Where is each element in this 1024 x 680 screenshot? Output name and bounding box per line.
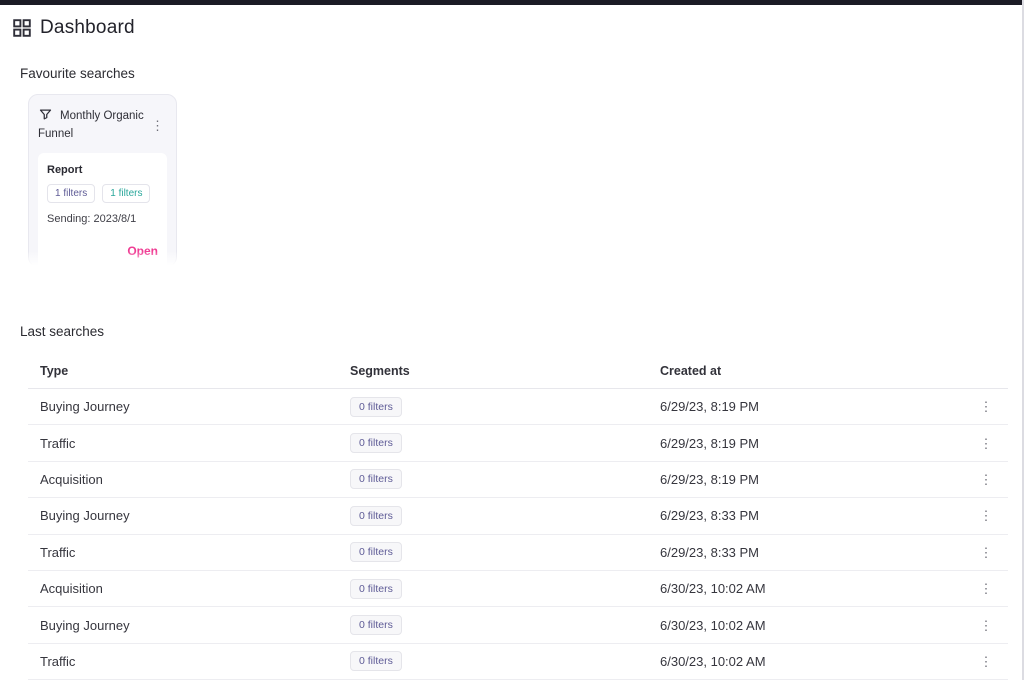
kebab-menu-icon[interactable]: ⋮	[977, 506, 996, 525]
last-searches-heading: Last searches	[20, 324, 1024, 339]
card-header: Monthly Organic Funnel ⋮	[38, 107, 167, 144]
row-type: Traffic	[28, 436, 338, 451]
card-sending-date: Sending: 2023/8/1	[47, 213, 158, 225]
kebab-menu-icon[interactable]: ⋮	[977, 470, 996, 489]
table-row: Acquisition 0 filters 6/30/23, 10:02 AM …	[28, 571, 1008, 607]
page-title: Dashboard	[40, 17, 135, 39]
filters-badge: 0 filters	[350, 615, 402, 635]
filters-badge: 0 filters	[350, 542, 402, 562]
kebab-menu-icon[interactable]: ⋮	[977, 616, 996, 635]
row-type: Acquisition	[28, 581, 338, 596]
favourite-searches-heading: Favourite searches	[20, 66, 1024, 81]
table-row: Buying Journey 0 filters 6/29/23, 8:19 P…	[28, 389, 1008, 425]
kebab-menu-icon[interactable]: ⋮	[977, 579, 996, 598]
row-type: Buying Journey	[28, 399, 338, 414]
row-created-at: 6/29/23, 8:19 PM	[648, 436, 964, 451]
card-body: Report 1 filters 1 filters Sending: 2023…	[38, 153, 167, 270]
app-header: Dashboard	[0, 5, 1024, 48]
filters-badge: 0 filters	[350, 506, 402, 526]
filters-badge: 0 filters	[350, 579, 402, 599]
row-created-at: 6/30/23, 10:02 AM	[648, 654, 964, 669]
table-row: Acquisition 0 filters 6/29/23, 8:19 PM ⋮	[28, 462, 1008, 498]
filters-badge: 0 filters	[350, 469, 402, 489]
kebab-menu-icon[interactable]: ⋮	[148, 117, 167, 134]
row-created-at: 6/29/23, 8:19 PM	[648, 399, 964, 414]
row-type: Buying Journey	[28, 508, 338, 523]
filters-badge: 0 filters	[350, 397, 402, 417]
kebab-menu-icon[interactable]: ⋮	[977, 434, 996, 453]
card-title-text: Monthly Organic Funnel	[38, 110, 144, 140]
last-searches-table: Type Segments Created at Buying Journey …	[28, 351, 1008, 680]
filters-badge: 1 filters	[102, 184, 150, 203]
kebab-menu-icon[interactable]: ⋮	[977, 543, 996, 562]
row-type: Traffic	[28, 545, 338, 560]
filters-badge: 0 filters	[350, 651, 402, 671]
table-row: Traffic 0 filters 6/29/23, 8:19 PM ⋮	[28, 425, 1008, 461]
row-created-at: 6/30/23, 10:02 AM	[648, 618, 964, 633]
card-type-label: Report	[47, 164, 158, 176]
filters-badge: 0 filters	[350, 433, 402, 453]
filters-badge: 1 filters	[47, 184, 95, 203]
column-header-segments: Segments	[338, 364, 648, 378]
table-row: Traffic 0 filters 6/29/23, 8:33 PM ⋮	[28, 535, 1008, 571]
column-header-created-at: Created at	[648, 364, 964, 378]
row-created-at: 6/29/23, 8:19 PM	[648, 472, 964, 487]
open-link[interactable]: Open	[47, 244, 158, 258]
row-created-at: 6/29/23, 8:33 PM	[648, 508, 964, 523]
kebab-menu-icon[interactable]: ⋮	[977, 397, 996, 416]
kebab-menu-icon[interactable]: ⋮	[977, 652, 996, 671]
row-created-at: 6/29/23, 8:33 PM	[648, 545, 964, 560]
table-header-row: Type Segments Created at	[28, 351, 1008, 389]
dashboard-grid-icon	[13, 19, 31, 37]
card-badges: 1 filters 1 filters	[47, 184, 158, 203]
table-row: Buying Journey 0 filters 6/30/23, 10:02 …	[28, 607, 1008, 643]
funnel-icon	[38, 107, 53, 122]
table-row: Traffic 0 filters 6/30/23, 10:02 AM ⋮	[28, 644, 1008, 680]
row-type: Buying Journey	[28, 618, 338, 633]
row-type: Acquisition	[28, 472, 338, 487]
row-type: Traffic	[28, 654, 338, 669]
favourite-search-card: Monthly Organic Funnel ⋮ Report 1 filter…	[28, 94, 177, 267]
column-header-type: Type	[28, 364, 338, 378]
row-created-at: 6/30/23, 10:02 AM	[648, 581, 964, 596]
table-row: Buying Journey 0 filters 6/29/23, 8:33 P…	[28, 498, 1008, 534]
card-title: Monthly Organic Funnel	[38, 107, 148, 144]
